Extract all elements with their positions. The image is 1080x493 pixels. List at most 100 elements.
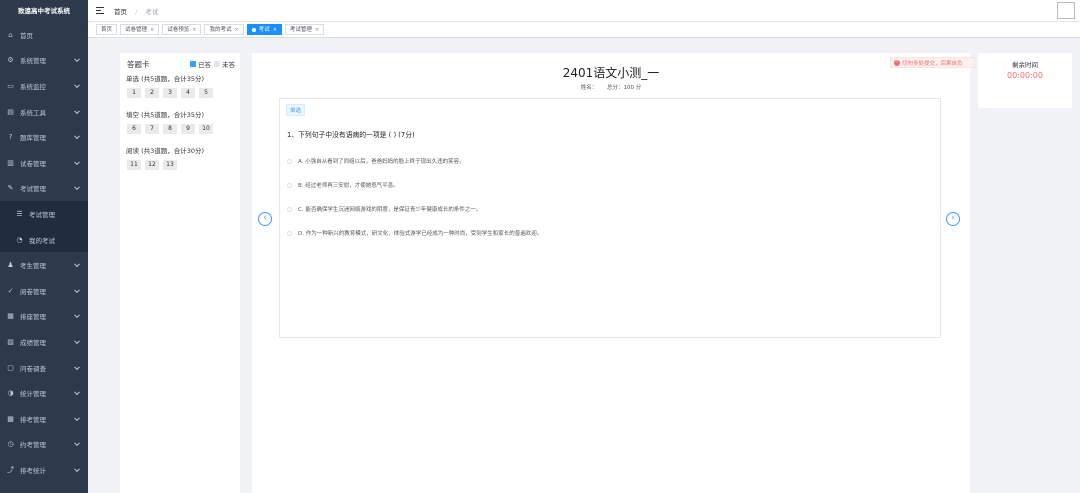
tag-item[interactable]: 试卷管理 × xyxy=(120,24,160,35)
question-number-button[interactable]: 3 xyxy=(163,88,177,98)
chevron-down-icon xyxy=(74,312,80,319)
question-number-button[interactable]: 7 xyxy=(145,124,159,134)
sidebar-item[interactable]: ◑ 统计管理 xyxy=(0,380,88,406)
chevron-down-icon xyxy=(74,159,80,165)
chevron-down-icon xyxy=(74,184,80,191)
survey-icon: ▢ xyxy=(7,363,14,372)
sidebar-item[interactable]: ☰ 考试管理 xyxy=(0,201,88,227)
sidebar-item[interactable]: ▭ 系统监控 xyxy=(0,73,88,99)
warning-icon: ! xyxy=(894,59,900,66)
timer-value: 00:00:00 xyxy=(1007,71,1043,80)
sidebar-item[interactable]: ? 题库管理 xyxy=(0,124,88,150)
question-number-button[interactable]: 11 xyxy=(127,160,141,170)
my-exam-icon: ◔ xyxy=(16,235,23,244)
question-number-button[interactable]: 5 xyxy=(199,88,213,98)
question-number-button[interactable]: 13 xyxy=(163,160,177,170)
chevron-down-icon xyxy=(74,440,80,447)
sidebar-item-label: 排座管理 xyxy=(20,313,46,322)
sidebar-item-label: 考试管理 xyxy=(29,210,55,219)
sidebar-item-label: 考生管理 xyxy=(20,262,46,271)
radio-b[interactable] xyxy=(287,182,292,188)
sidebar-item-label: 系统监控 xyxy=(20,82,46,91)
sidebar-item[interactable]: ▢ 问卷调查 xyxy=(0,355,88,381)
sidebar-item-label: 排考统计 xyxy=(20,466,46,475)
sidebar-item[interactable]: ◔ 我的考试 xyxy=(0,226,88,253)
sidebar-item[interactable]: ◷ 约考管理 xyxy=(0,432,88,458)
tag-item[interactable]: 我的考试 × xyxy=(204,24,244,35)
tag-item[interactable]: 首页 xyxy=(96,24,118,35)
option-d-text: D. 作为一种新兴的教育模式，研文化、体验式游学已经成为一种时尚，受到学生和家长… xyxy=(298,231,543,237)
option-d[interactable]: D. 作为一种新兴的教育模式，研文化、体验式游学已经成为一种时尚，受到学生和家长… xyxy=(287,229,542,237)
close-icon[interactable]: × xyxy=(315,25,319,35)
question-number-button[interactable]: 8 xyxy=(163,124,177,134)
tag-item[interactable]: 考试管理 × xyxy=(284,24,325,35)
question-number-button[interactable]: 4 xyxy=(181,88,195,98)
sidebar-item[interactable]: ⌂ 首页 xyxy=(0,22,88,48)
close-icon[interactable]: × xyxy=(273,25,277,35)
tag-label: 首页 xyxy=(101,26,113,33)
sidebar-item[interactable]: ♟ 考生管理 xyxy=(0,252,88,278)
question-number-button[interactable]: 10 xyxy=(199,124,213,134)
question-number-button[interactable]: 6 xyxy=(127,124,141,134)
avatar[interactable] xyxy=(1057,2,1075,19)
hamburger-icon[interactable] xyxy=(96,7,104,15)
question-number-button[interactable]: 1 xyxy=(127,88,141,98)
app-title: 致遠高中考试系统 xyxy=(18,7,70,15)
question-number-button[interactable]: 2 xyxy=(145,88,159,98)
timer-card: 剩余时间 00:00:00 xyxy=(978,53,1072,108)
radio-c[interactable] xyxy=(287,206,292,212)
question-number-button[interactable]: 9 xyxy=(181,124,195,134)
close-icon[interactable]: × xyxy=(150,25,154,35)
sidebar-item-label: 考试管理 xyxy=(20,185,46,194)
tag-item[interactable]: 考试 × xyxy=(246,24,282,35)
close-icon[interactable]: × xyxy=(234,25,238,35)
sidebar-item-label: 成绩管理 xyxy=(20,338,46,347)
close-icon[interactable]: × xyxy=(192,25,196,35)
sidebar-item[interactable]: ▤ 系统工具 xyxy=(0,99,88,125)
option-c[interactable]: C. 能否确保学生沉迷网络游戏的阴度，是保证青少年健康成长的条件之一。 xyxy=(287,205,481,213)
sidebar-item-label: 约考管理 xyxy=(20,441,46,450)
tag-item[interactable]: 试卷预览 × xyxy=(162,24,202,35)
seat-icon: ▦ xyxy=(7,312,14,321)
sidebar-item[interactable]: ⚙ 系统管理 xyxy=(0,48,88,74)
sidebar-item[interactable]: ▧ 成绩管理 xyxy=(0,329,88,355)
chevron-down-icon xyxy=(74,287,80,293)
sidebar: 致遠高中考试系统 ⌂ 首页 ⚙ 系统管理 ▭ 系统监控 ▤ 系统工具? 题库管理 ▥ 试卷管理 ✎ 考试… xyxy=(0,0,88,493)
answer-card: 答题卡 已答 未答 单选 (共5道题，合计35分) 12345 填空 (共5道题… xyxy=(120,53,240,493)
next-question-button[interactable]: › xyxy=(946,212,960,226)
user-icon: ♟ xyxy=(7,261,14,270)
breadcrumb-home[interactable]: 首页 xyxy=(114,8,127,16)
radio-a[interactable] xyxy=(287,158,292,164)
sidebar-item[interactable]: ⤴ 排考统计 xyxy=(0,457,88,483)
name-label: 姓名： xyxy=(580,85,598,91)
sidebar-item[interactable]: ▩ 排考管理 xyxy=(0,406,88,432)
sidebar-item-label: 排考管理 xyxy=(20,415,46,424)
tag-label: 试卷管理 xyxy=(125,26,148,33)
breadcrumb: 首页 / 考试 xyxy=(114,6,158,16)
tag-label: 考试 xyxy=(258,26,270,33)
exam-paper: 2401语文小测_一 姓名： 总分：100 分 单选 1、下列句子中没有语病的一… xyxy=(252,53,970,493)
sidebar-item-label: 我的考试 xyxy=(29,236,55,245)
tag-label: 试卷预览 xyxy=(167,26,190,33)
paper-info: 姓名： 总分：100 分 xyxy=(252,83,970,91)
exam-sub-icon: ☰ xyxy=(16,209,23,218)
question-numbers: 12345 xyxy=(127,88,217,98)
prev-question-button[interactable]: ‹ xyxy=(258,212,272,226)
sidebar-item[interactable]: ✓ 阅卷管理 xyxy=(0,278,88,304)
sidebar-item[interactable]: ✎ 考试管理 xyxy=(0,176,88,202)
sidebar-item-label: 试卷管理 xyxy=(20,159,46,168)
question-number-button[interactable]: 12 xyxy=(145,160,159,170)
appointment-icon: ◷ xyxy=(7,440,14,449)
sidebar-item[interactable]: ▦ 排座管理 xyxy=(0,304,88,330)
chevron-down-icon xyxy=(74,56,80,63)
monitor-icon: ▭ xyxy=(7,81,14,90)
chevron-down-icon xyxy=(74,389,80,396)
question-numbers: 11 12 13 xyxy=(127,160,181,170)
option-a[interactable]: A. 小强自从看到了同组以后，爸爸妈妈的脸上终于现出久违的笑容。 xyxy=(287,157,465,165)
sidebar-item[interactable]: ▥ 试卷管理 xyxy=(0,150,88,176)
option-b[interactable]: B. 经过老师再三安慰，才使她怒气平息。 xyxy=(287,181,399,189)
gear-icon: ⚙ xyxy=(7,56,14,65)
radio-d[interactable] xyxy=(287,230,292,236)
legend-unanswered: 未答 xyxy=(222,61,235,69)
warning-alert: ! 切勿多处提交，后果自负 xyxy=(890,57,975,68)
